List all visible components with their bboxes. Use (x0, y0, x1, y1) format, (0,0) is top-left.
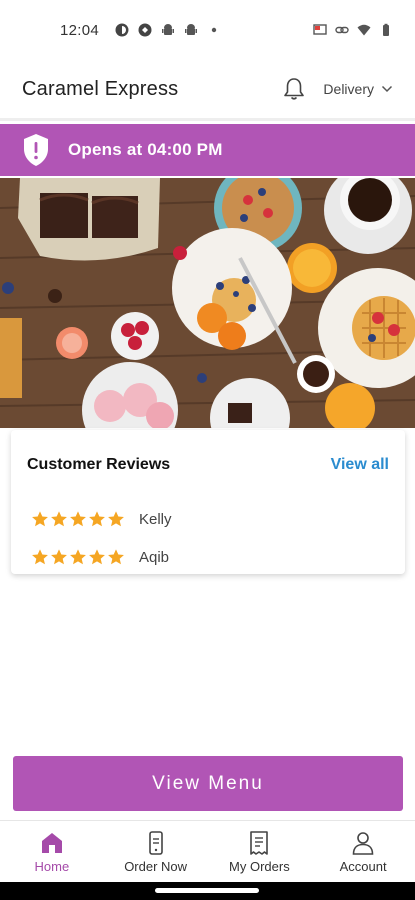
person-icon (352, 831, 374, 855)
cast-icon (313, 24, 327, 35)
view-menu-button[interactable]: View Menu (13, 756, 403, 811)
opening-hours-text: Opens at 04:00 PM (68, 140, 223, 159)
view-all-reviews-link[interactable]: View all (331, 456, 389, 474)
gesture-navigation-bar (0, 882, 415, 900)
status-left-icons (115, 23, 221, 37)
star-rating (31, 548, 125, 566)
app-header: Caramel Express Delivery (0, 60, 415, 118)
reviews-header: Customer Reviews View all (27, 430, 389, 500)
battery-icon (383, 23, 389, 36)
star-icon (32, 549, 48, 565)
reviewer-name: Aqib (139, 548, 170, 566)
nav-label-order-now: Order Now (124, 858, 188, 874)
sync-icon (138, 23, 152, 37)
star-icon (70, 549, 86, 565)
app-screen: 12:04 Caramel Express Delivery Opens at … (0, 0, 415, 900)
star-icon (32, 511, 48, 527)
phone-order-icon (148, 830, 163, 855)
nav-label-account: Account (339, 858, 387, 874)
nav-order-now[interactable]: Order Now (104, 821, 208, 882)
star-icon (70, 511, 86, 527)
nav-home[interactable]: Home (0, 821, 104, 882)
review-row: Aqib (27, 538, 389, 576)
food-hero-image (0, 178, 415, 428)
bottom-navigation: Home Order Now My Orders Account (0, 820, 415, 882)
header-divider (0, 118, 415, 121)
app-notification-icon (115, 23, 129, 37)
chevron-down-icon (381, 85, 393, 93)
header-actions: Delivery (281, 76, 393, 102)
delivery-mode-label: Delivery (323, 81, 374, 97)
status-time: 12:04 (60, 21, 100, 39)
customer-reviews-card: Customer Reviews View all Kelly Aqib (11, 430, 405, 574)
bell-icon[interactable] (281, 76, 307, 102)
status-bar: 12:04 (0, 0, 415, 60)
star-icon (51, 511, 67, 527)
gesture-handle[interactable] (155, 888, 259, 893)
android-icon (162, 24, 175, 35)
star-icon (51, 549, 67, 565)
dot-icon (211, 27, 217, 33)
nav-account[interactable]: Account (311, 821, 415, 882)
delivery-mode-select[interactable]: Delivery (323, 81, 393, 97)
nav-label-home: Home (34, 858, 70, 874)
restaurant-name: Caramel Express (22, 77, 179, 100)
link-icon (335, 26, 349, 34)
review-row: Kelly (27, 500, 389, 538)
star-icon (89, 549, 105, 565)
star-icon (108, 511, 124, 527)
shield-alert-icon (24, 134, 48, 166)
star-icon (89, 511, 105, 527)
nav-label-my-orders: My Orders (229, 858, 290, 874)
status-right-icons (313, 23, 393, 37)
opening-hours-banner: Opens at 04:00 PM (0, 124, 415, 176)
star-rating (31, 510, 125, 528)
star-icon (108, 549, 124, 565)
reviewer-name: Kelly (139, 510, 172, 528)
nav-my-orders[interactable]: My Orders (208, 821, 312, 882)
receipt-icon (250, 830, 269, 855)
reviews-title: Customer Reviews (27, 456, 171, 473)
reviews-list: Kelly Aqib (27, 500, 389, 576)
android-icon (185, 24, 198, 35)
wifi-icon (357, 24, 371, 36)
home-icon (41, 832, 62, 853)
